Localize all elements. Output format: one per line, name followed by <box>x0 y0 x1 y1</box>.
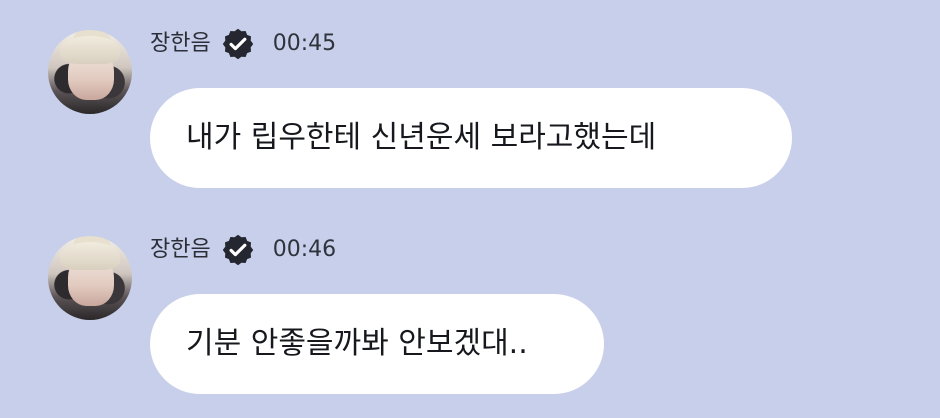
message-text: 기분 안좋을까봐 안보겠대.. <box>186 326 528 361</box>
sender-name: 장한음 <box>150 31 211 56</box>
message-item: 장한음 00:45 내가 립우한테 신년운세 보라고했는데 <box>48 22 908 212</box>
chat-thread: 장한음 00:45 내가 립우한테 신년운세 보라고했는데 장한음 00:46 … <box>0 0 940 418</box>
message-timestamp: 00:46 <box>272 237 337 262</box>
avatar[interactable] <box>48 30 132 114</box>
message-bubble[interactable]: 기분 안좋을까봐 안보겠대.. <box>150 294 604 394</box>
verified-badge-icon <box>221 233 255 267</box>
message-header: 장한음 00:45 <box>150 26 336 62</box>
sender-name: 장한음 <box>150 237 211 262</box>
avatar[interactable] <box>48 236 132 320</box>
message-text: 내가 립우한테 신년운세 보라고했는데 <box>186 120 657 155</box>
message-header: 장한음 00:46 <box>150 232 336 268</box>
message-timestamp: 00:45 <box>272 31 337 56</box>
verified-badge-icon <box>221 27 255 61</box>
message-bubble[interactable]: 내가 립우한테 신년운세 보라고했는데 <box>150 88 792 188</box>
message-item: 장한음 00:46 기분 안좋을까봐 안보겠대.. <box>48 228 908 418</box>
